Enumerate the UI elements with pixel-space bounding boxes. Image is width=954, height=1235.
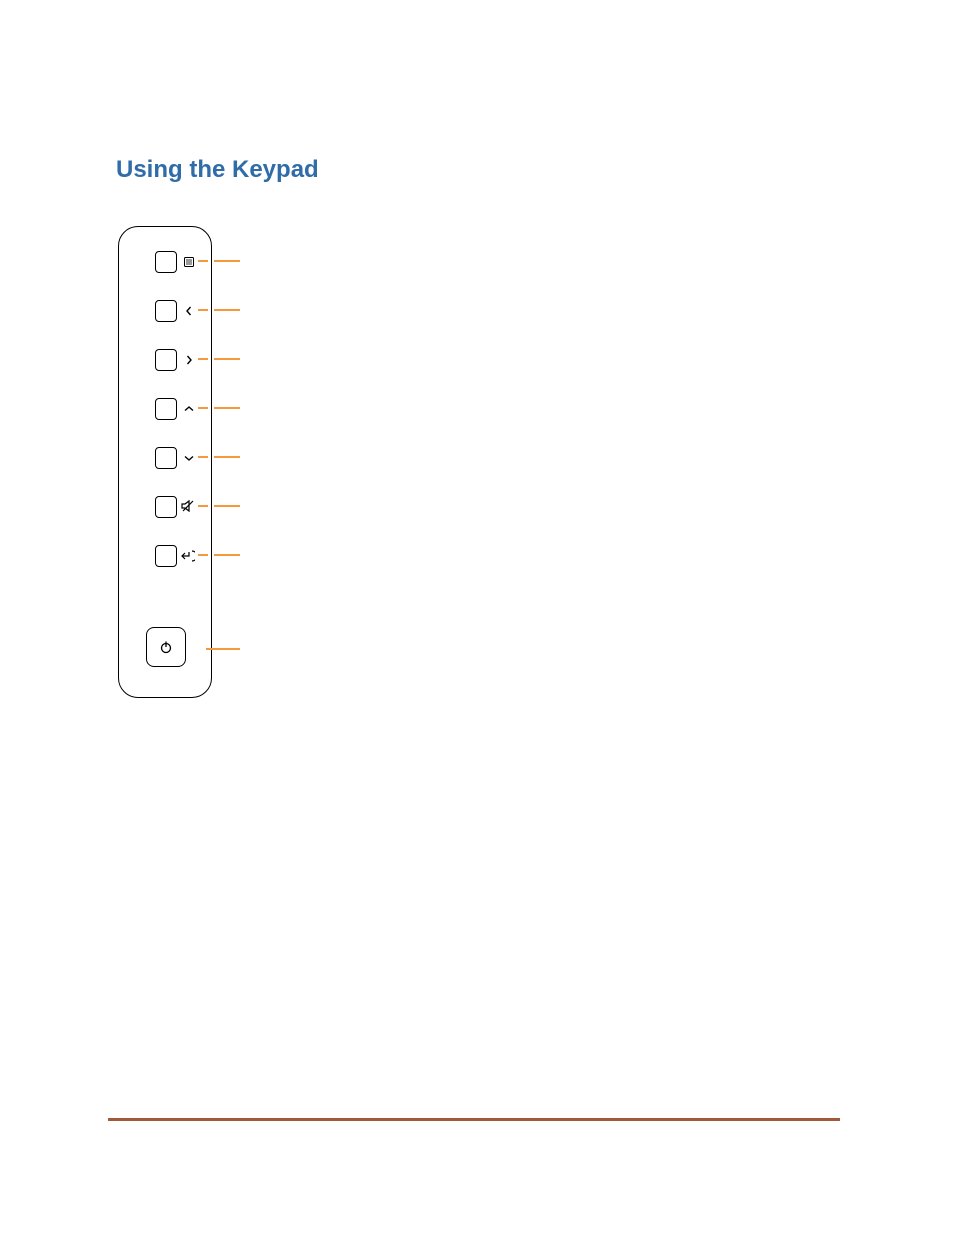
keypad-button-right[interactable]: [155, 349, 177, 371]
document-page: Using the Keypad: [0, 0, 954, 1235]
callout-line: [198, 456, 208, 458]
callout-line: [214, 358, 240, 360]
callout-line: [198, 554, 208, 556]
chevron-left-icon: [181, 303, 197, 319]
footer-rule: [108, 1118, 840, 1121]
callout-line: [214, 456, 240, 458]
keypad-button-left[interactable]: [155, 300, 177, 322]
callout-line: [198, 260, 208, 262]
mute-icon: [179, 497, 197, 515]
page-heading: Using the Keypad: [116, 156, 319, 184]
chevron-up-icon: [181, 401, 197, 417]
callout-line: [198, 505, 208, 507]
menu-lines-icon: [181, 254, 197, 270]
keypad-button-up[interactable]: [155, 398, 177, 420]
callout-line: [214, 554, 240, 556]
callout-line: [214, 407, 240, 409]
keypad-button-menu[interactable]: [155, 251, 177, 273]
keypad-button-power[interactable]: [146, 627, 186, 667]
callout-line: [198, 358, 208, 360]
callout-line: [214, 309, 240, 311]
callout-line: [206, 648, 240, 650]
power-icon: [159, 640, 173, 654]
enter-icon: [179, 547, 197, 565]
callout-line: [214, 260, 240, 262]
keypad-button-down[interactable]: [155, 447, 177, 469]
callout-line: [198, 309, 208, 311]
chevron-right-icon: [181, 352, 197, 368]
keypad-button-enter[interactable]: [155, 545, 177, 567]
keypad-outline: [118, 226, 212, 698]
callout-line: [198, 407, 208, 409]
keypad-button-mute[interactable]: [155, 496, 177, 518]
callout-line: [214, 505, 240, 507]
chevron-down-icon: [181, 450, 197, 466]
